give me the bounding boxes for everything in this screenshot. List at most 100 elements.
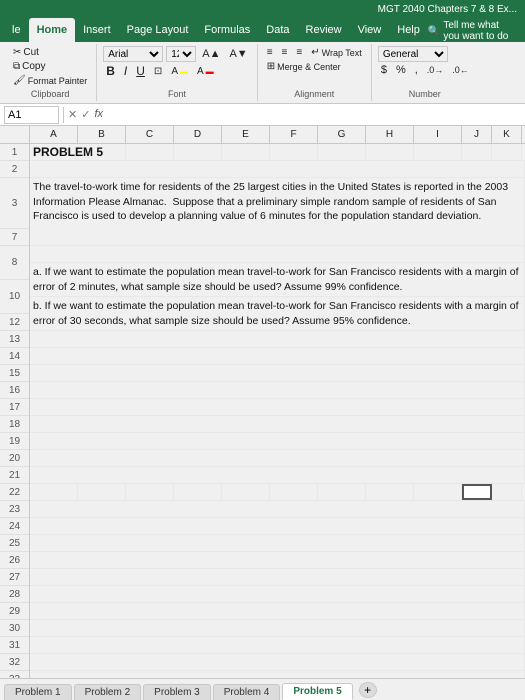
cell-k21[interactable] <box>492 484 522 500</box>
col-header-k[interactable]: K <box>492 126 522 143</box>
cell-a20[interactable] <box>30 467 525 483</box>
row-header-29[interactable]: 29 <box>0 603 29 620</box>
cell-a26[interactable] <box>30 569 525 585</box>
row-header-20[interactable]: 20 <box>0 450 29 467</box>
row-header-19[interactable]: 19 <box>0 433 29 450</box>
row-header-31[interactable]: 31 <box>0 637 29 654</box>
cell-a2[interactable] <box>30 161 525 177</box>
font-size-select[interactable]: 12 <box>166 46 196 62</box>
sheet-tab-problem4[interactable]: Problem 4 <box>213 684 281 700</box>
cell-a21[interactable] <box>30 484 78 500</box>
cell-a23[interactable] <box>30 518 525 534</box>
cell-b21[interactable] <box>78 484 126 500</box>
sheet-tab-problem5[interactable]: Problem 5 <box>282 683 352 700</box>
row-header-13[interactable]: 13 <box>0 331 29 348</box>
col-header-d[interactable]: D <box>174 126 222 143</box>
cell-a29[interactable] <box>30 620 525 636</box>
merge-center-button[interactable]: ⊞ Merge & Center <box>264 60 344 73</box>
tab-le[interactable]: le <box>4 18 29 42</box>
cut-button[interactable]: ✂ Cut <box>10 46 42 59</box>
tab-review[interactable]: Review <box>298 18 350 42</box>
border-button[interactable]: ⊡ <box>151 65 165 78</box>
cell-a19[interactable] <box>30 450 525 466</box>
cell-a30[interactable] <box>30 637 525 653</box>
row-header-25[interactable]: 25 <box>0 535 29 552</box>
formula-input[interactable] <box>107 108 521 122</box>
cell-f21[interactable] <box>270 484 318 500</box>
cell-a13[interactable] <box>30 348 525 364</box>
cell-a27[interactable] <box>30 586 525 602</box>
row-header-24[interactable]: 24 <box>0 518 29 535</box>
name-box[interactable] <box>4 106 59 124</box>
row-header-15[interactable]: 15 <box>0 365 29 382</box>
cell-h21[interactable] <box>366 484 414 500</box>
tab-page-layout[interactable]: Page Layout <box>119 18 197 42</box>
format-painter-button[interactable]: 🖌 Format Painter <box>10 74 90 87</box>
row-header-21[interactable]: 21 <box>0 467 29 484</box>
row-header-27[interactable]: 27 <box>0 569 29 586</box>
tab-help[interactable]: Help <box>389 18 428 42</box>
cell-a32[interactable] <box>30 671 525 678</box>
col-header-f[interactable]: F <box>270 126 318 143</box>
row-header-7[interactable]: 7 <box>0 229 29 246</box>
cell-g1[interactable] <box>318 144 366 160</box>
row-header-22[interactable]: 22 <box>0 484 29 501</box>
cell-b1[interactable] <box>78 144 126 160</box>
cell-a10-merged[interactable]: b. If we want to estimate the population… <box>30 297 525 330</box>
number-format-select[interactable]: General <box>378 46 448 62</box>
cell-a17[interactable] <box>30 416 525 432</box>
col-header-g[interactable]: G <box>318 126 366 143</box>
cell-j21[interactable] <box>462 484 492 500</box>
cell-i21[interactable] <box>414 484 462 500</box>
row-header-14[interactable]: 14 <box>0 348 29 365</box>
font-color-button[interactable]: A▬ <box>194 65 217 78</box>
cell-a14[interactable] <box>30 365 525 381</box>
cell-i1[interactable] <box>414 144 462 160</box>
row-header-30[interactable]: 30 <box>0 620 29 637</box>
cell-c21[interactable] <box>126 484 174 500</box>
cell-k1[interactable] <box>492 144 522 160</box>
cell-a31[interactable] <box>30 654 525 670</box>
row-header-2[interactable]: 2 <box>0 161 29 178</box>
cell-a22[interactable] <box>30 501 525 517</box>
confirm-formula-icon[interactable]: ✓ <box>81 108 90 121</box>
cell-a25[interactable] <box>30 552 525 568</box>
col-header-c[interactable]: C <box>126 126 174 143</box>
cell-f1[interactable] <box>270 144 318 160</box>
italic-button[interactable]: I <box>121 63 130 79</box>
cell-a12[interactable] <box>30 331 525 347</box>
row-header-23[interactable]: 23 <box>0 501 29 518</box>
sheet-tab-problem3[interactable]: Problem 3 <box>143 684 211 700</box>
row-header-12[interactable]: 12 <box>0 314 29 331</box>
decrease-decimal-button[interactable]: .0← <box>449 64 472 76</box>
col-header-e[interactable]: E <box>222 126 270 143</box>
wrap-text-button[interactable]: ↵ Wrap Text <box>308 46 365 59</box>
tell-me-text[interactable]: Tell me what you want to do <box>443 20 517 42</box>
cell-j1[interactable] <box>462 144 492 160</box>
align-center-button[interactable]: ≡ <box>279 46 291 59</box>
cell-h1[interactable] <box>366 144 414 160</box>
row-header-10to11[interactable]: 10 <box>0 280 29 314</box>
decrease-font-button[interactable]: A▼ <box>226 47 250 61</box>
cell-c1[interactable] <box>126 144 174 160</box>
row-header-1[interactable]: 1 <box>0 144 29 161</box>
sheet-tab-problem2[interactable]: Problem 2 <box>74 684 142 700</box>
increase-decimal-button[interactable]: .0→ <box>424 64 447 76</box>
cell-d21[interactable] <box>174 484 222 500</box>
cancel-formula-icon[interactable]: ✕ <box>68 108 77 121</box>
col-header-i[interactable]: I <box>414 126 462 143</box>
cell-a24[interactable] <box>30 535 525 551</box>
align-right-button[interactable]: ≡ <box>293 46 305 59</box>
cell-a8-merged[interactable]: a. If we want to estimate the population… <box>30 263 525 296</box>
tab-insert[interactable]: Insert <box>75 18 119 42</box>
tab-view[interactable]: View <box>350 18 390 42</box>
tab-home[interactable]: Home <box>29 18 76 42</box>
underline-button[interactable]: U <box>133 63 148 79</box>
row-header-28[interactable]: 28 <box>0 586 29 603</box>
row-header-26[interactable]: 26 <box>0 552 29 569</box>
row-header-33[interactable]: 33 <box>0 671 29 678</box>
cell-e1[interactable] <box>222 144 270 160</box>
add-sheet-button[interactable]: + <box>359 682 377 698</box>
dollar-button[interactable]: $ <box>378 63 390 77</box>
cell-a16[interactable] <box>30 399 525 415</box>
